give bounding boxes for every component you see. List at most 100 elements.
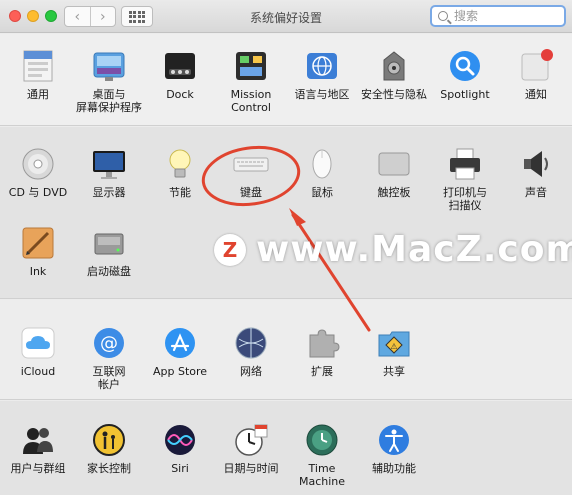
app-store-icon	[162, 325, 198, 361]
accessibility-icon	[376, 422, 412, 458]
pane-label: 日期与时间	[223, 462, 279, 475]
pane-spotlight[interactable]: Spotlight	[429, 48, 501, 101]
keyboard-icon	[233, 146, 269, 182]
pane-network[interactable]: 网络	[215, 325, 287, 378]
pane-label: 触控板	[377, 186, 411, 199]
pane-label: 桌面与 屏幕保护程序	[76, 88, 142, 114]
pane-label: 打印机与 扫描仪	[443, 186, 487, 212]
pane-ink[interactable]: Ink	[2, 225, 74, 278]
mission-control-icon	[233, 48, 269, 84]
pane-app-store[interactable]: App Store	[144, 325, 216, 378]
displays-icon	[91, 146, 127, 182]
sharing-icon: ⚠	[376, 325, 412, 361]
pane-time-machine[interactable]: Time Machine	[286, 422, 358, 488]
pane-label: 扩展	[311, 365, 333, 378]
dock-icon	[162, 48, 198, 84]
time-machine-icon	[304, 422, 340, 458]
siri-icon	[162, 422, 198, 458]
pane-general[interactable]: 通用	[2, 48, 74, 101]
pane-label: 显示器	[92, 186, 126, 199]
ink-icon	[20, 225, 56, 261]
extensions-icon	[304, 325, 340, 361]
language-region-icon	[304, 48, 340, 84]
pane-printers-scanners[interactable]: 打印机与 扫描仪	[429, 146, 501, 212]
pane-label: iCloud	[20, 365, 56, 378]
title-bar: ‹ › 系统偏好设置	[0, 0, 572, 33]
search-input[interactable]	[454, 9, 554, 23]
pane-label: 启动磁盘	[87, 265, 131, 278]
printers-scanners-icon	[447, 146, 483, 182]
pane-label: 用户与群组	[10, 462, 66, 475]
pane-trackpad[interactable]: 触控板	[358, 146, 430, 199]
pane-label: 安全性与隐私	[361, 88, 427, 101]
general-icon	[20, 48, 56, 84]
pane-security-privacy[interactable]: 安全性与隐私	[358, 48, 430, 101]
pane-label: Mission Control	[230, 88, 272, 114]
internet-accounts-icon: @	[91, 325, 127, 361]
pane-label: 键盘	[240, 186, 262, 199]
network-icon	[233, 325, 269, 361]
watermark: Z www.MacZ.com	[214, 229, 572, 270]
search-field[interactable]	[430, 5, 566, 27]
pane-parental-controls[interactable]: 家长控制	[73, 422, 145, 475]
spotlight-icon	[447, 48, 483, 84]
parental-controls-icon	[91, 422, 127, 458]
date-time-icon	[233, 422, 269, 458]
pane-keyboard[interactable]: 键盘	[215, 146, 287, 199]
pane-date-time[interactable]: 日期与时间	[215, 422, 287, 475]
sound-icon	[518, 146, 554, 182]
pane-label: Dock	[166, 88, 194, 101]
pane-dock[interactable]: Dock	[144, 48, 216, 101]
security-privacy-icon	[376, 48, 412, 84]
pane-label: 辅助功能	[372, 462, 416, 475]
desktop-screensaver-icon	[91, 48, 127, 84]
users-groups-icon	[20, 422, 56, 458]
pane-label: 语言与地区	[294, 88, 350, 101]
pane-label: 家长控制	[87, 462, 131, 475]
pane-notifications[interactable]: 通知	[500, 48, 572, 101]
pane-icloud[interactable]: iCloud	[2, 325, 74, 378]
pane-cd-dvd[interactable]: CD 与 DVD	[2, 146, 74, 199]
trackpad-icon	[376, 146, 412, 182]
system-preferences-window: ‹ › 系统偏好设置 通用 桌面与 屏幕保护程序 Dock	[0, 0, 572, 495]
mouse-icon	[304, 146, 340, 182]
pane-language-region[interactable]: 语言与地区	[286, 48, 358, 101]
pane-siri[interactable]: Siri	[144, 422, 216, 475]
notifications-icon	[518, 48, 554, 84]
pane-label: Time Machine	[298, 462, 346, 488]
pane-energy-saver[interactable]: 节能	[144, 146, 216, 199]
energy-saver-icon	[162, 146, 198, 182]
pane-label: 声音	[525, 186, 547, 199]
pane-sound[interactable]: 声音	[500, 146, 572, 199]
search-icon	[438, 11, 448, 21]
pane-label: 网络	[240, 365, 262, 378]
watermark-text: www.MacZ.com	[256, 229, 572, 270]
pane-users-groups[interactable]: 用户与群组	[2, 422, 74, 475]
svg-text:@: @	[100, 333, 118, 354]
pane-label: Siri	[171, 462, 189, 475]
pane-internet-accounts[interactable]: @ 互联网 帐户	[73, 325, 145, 391]
pane-label: 鼠标	[311, 186, 333, 199]
pane-extensions[interactable]: 扩展	[286, 325, 358, 378]
pane-label: App Store	[152, 365, 208, 378]
pane-label: 共享	[383, 365, 405, 378]
pane-label: Ink	[29, 265, 47, 278]
pane-label: CD 与 DVD	[8, 186, 68, 199]
icloud-icon	[20, 325, 56, 361]
cd-dvd-icon	[20, 146, 56, 182]
pane-label: 通用	[27, 88, 49, 101]
pane-accessibility[interactable]: 辅助功能	[358, 422, 430, 475]
pane-mission-control[interactable]: Mission Control	[215, 48, 287, 114]
pane-label: 通知	[525, 88, 547, 101]
pane-mouse[interactable]: 鼠标	[286, 146, 358, 199]
pane-displays[interactable]: 显示器	[73, 146, 145, 199]
pane-label: 节能	[169, 186, 191, 199]
watermark-logo: Z	[214, 233, 246, 266]
startup-disk-icon	[91, 225, 127, 261]
pane-label: 互联网 帐户	[92, 365, 126, 391]
pane-sharing[interactable]: ⚠ 共享	[358, 325, 430, 378]
svg-text:⚠: ⚠	[390, 342, 397, 351]
pane-desktop-screensaver[interactable]: 桌面与 屏幕保护程序	[73, 48, 145, 114]
pane-startup-disk[interactable]: 启动磁盘	[73, 225, 145, 278]
pane-label: Spotlight	[440, 88, 490, 101]
